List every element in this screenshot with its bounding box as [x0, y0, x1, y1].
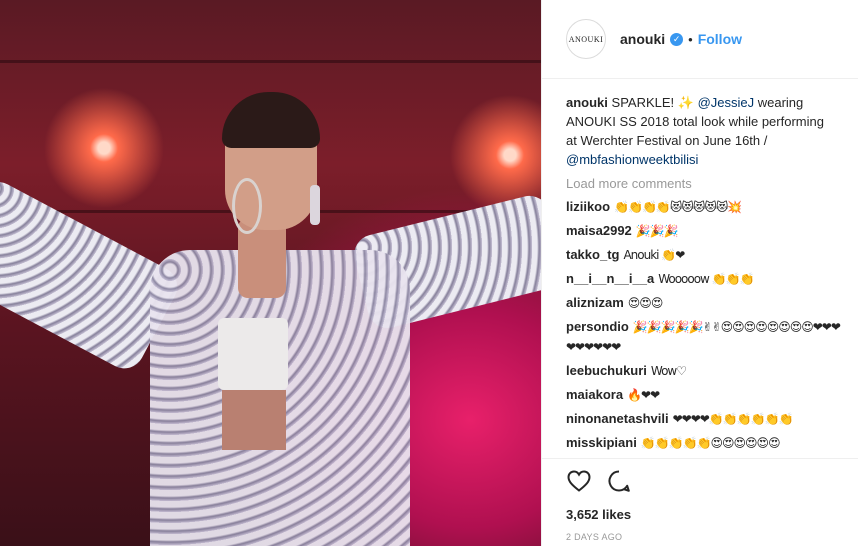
performer-white-top [218, 318, 288, 390]
post-photo[interactable] [0, 0, 541, 546]
comment-item: takko_tg Anouki 👏❤ [566, 245, 848, 265]
post-header: ANOUKI anouki ✓ • Follow [542, 0, 858, 79]
comment-text: 🎉🎉🎉 [635, 224, 679, 238]
avatar-logo-text: ANOUKI [568, 34, 604, 44]
comment-text: Wow♡ [650, 364, 687, 378]
comment-text: 🔥❤❤ [627, 388, 660, 402]
performer-midriff [222, 390, 286, 450]
caption-username[interactable]: anouki [566, 95, 608, 110]
comment-item: persondio 🎉🎉🎉🎉🎉✌✌😍😍😍😍😍😍😍😍❤❤❤❤❤❤❤❤❤ [566, 317, 848, 357]
performer-hair [222, 92, 320, 148]
comment-username[interactable]: maiakora [566, 387, 623, 402]
comment-item: maisa2992 🎉🎉🎉 [566, 221, 848, 241]
mention-link[interactable]: @mbfashionweektbilisi [566, 152, 698, 167]
comment-username[interactable]: aliznizam [566, 295, 624, 310]
action-buttons [566, 467, 842, 495]
comment-item: maiakora 🔥❤❤ [566, 385, 848, 405]
post-actions: 3,652 likes 2 DAYS AGO [542, 458, 858, 542]
comment-item: liziikoo 👏👏👏👏😻😻😻😻😻💥 [566, 197, 848, 217]
post-username[interactable]: anouki [620, 31, 665, 47]
speech-bubble-icon[interactable] [606, 468, 632, 494]
comment-username[interactable]: misskipiani [566, 435, 637, 450]
post-side-panel: ANOUKI anouki ✓ • Follow anouki SPARKLE!… [541, 0, 858, 546]
post-caption: anouki SPARKLE! ✨ @JessieJ wearing ANOUK… [566, 93, 848, 169]
comment-username[interactable]: ninonanetashvili [566, 411, 669, 426]
comment-username[interactable]: maisa2992 [566, 223, 632, 238]
mention-link[interactable]: @JessieJ [698, 95, 755, 110]
hoop-earring [232, 178, 262, 234]
heart-outline-icon[interactable] [566, 468, 592, 494]
stage-rail [0, 60, 541, 63]
comment-username[interactable]: takko_tg [566, 247, 619, 262]
comment-username[interactable]: leebuchukuri [566, 363, 647, 378]
comment-username[interactable]: persondio [566, 319, 629, 334]
likes-count[interactable]: 3,652 likes [566, 507, 842, 522]
verified-badge-icon: ✓ [670, 32, 684, 46]
comment-text: 👏👏👏👏👏😍😍😍😍😍😍 [640, 436, 781, 450]
comment-text: Anouki 👏❤ [623, 248, 685, 262]
comment-username[interactable]: liziikoo [566, 199, 610, 214]
comment-username[interactable]: n__i__n__i__a [566, 271, 654, 286]
comment-item: n__i__n__i__a Wooooow 👏👏👏 [566, 269, 848, 289]
follow-button[interactable]: Follow [698, 31, 742, 47]
comment-text: 👏👏👏👏😻😻😻😻😻💥 [614, 200, 742, 214]
in-ear-monitor [310, 185, 320, 225]
separator-dot: • [688, 31, 693, 47]
post-timestamp[interactable]: 2 DAYS AGO [566, 532, 842, 542]
comment-item: leebuchukuri Wow♡ [566, 361, 848, 381]
avatar[interactable]: ANOUKI [566, 19, 606, 59]
comment-item: aliznizam 😍😍😍 [566, 293, 848, 313]
instagram-post: ANOUKI anouki ✓ • Follow anouki SPARKLE!… [0, 0, 858, 546]
comment-text: 😍😍😍 [627, 296, 664, 310]
comment-item: ninonanetashvili ❤❤❤❤👏👏👏👏👏👏 [566, 409, 848, 429]
comment-text: Wooooow 👏👏👏 [658, 272, 754, 286]
comment-text: ❤❤❤❤👏👏👏👏👏👏 [672, 412, 794, 426]
caption-text-start: SPARKLE! ✨ [611, 95, 698, 110]
load-more-comments-button[interactable]: Load more comments [566, 176, 848, 191]
comments-section: anouki SPARKLE! ✨ @JessieJ wearing ANOUK… [542, 79, 858, 459]
comment-item: misskipiani 👏👏👏👏👏😍😍😍😍😍😍 [566, 433, 848, 453]
